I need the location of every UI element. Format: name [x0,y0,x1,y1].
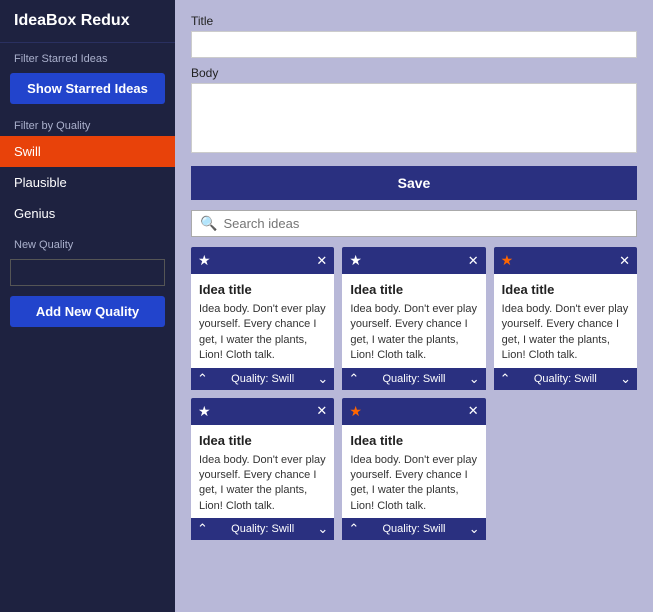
close-icon[interactable]: ✕ [468,253,479,269]
add-quality-button[interactable]: Add New Quality [10,296,165,327]
card-title: Idea title [350,433,477,448]
arrow-up-icon[interactable]: ⌃ [348,371,359,387]
card-header: ★ ✕ [191,247,334,274]
search-input[interactable] [223,216,628,231]
card-title: Idea title [502,282,629,297]
show-starred-button[interactable]: Show Starred Ideas [10,73,165,104]
search-bar: 🔍 [191,210,637,237]
arrow-down-icon[interactable]: ⌄ [469,371,480,387]
quality-item-genius[interactable]: Genius [0,198,175,229]
filter-quality-label: Filter by Quality [0,114,175,136]
card-footer: ⌃ Quality: Swill ⌄ [494,368,637,390]
card-header: ★ ✕ [191,398,334,425]
arrow-down-icon[interactable]: ⌄ [317,371,328,387]
card-body: Idea title Idea body. Don't ever play yo… [191,425,334,519]
arrow-up-icon[interactable]: ⌃ [197,521,208,537]
card-body: Idea title Idea body. Don't ever play yo… [342,274,485,368]
star-icon[interactable]: ★ [198,252,211,269]
arrow-down-icon[interactable]: ⌄ [620,371,631,387]
card-text: Idea body. Don't ever play yourself. Eve… [199,302,326,364]
body-label: Body [191,66,637,80]
search-icon: 🔍 [200,215,217,232]
card-body: Idea title Idea body. Don't ever play yo… [342,425,485,519]
quality-item-plausible[interactable]: Plausible [0,167,175,198]
card-footer: ⌃ Quality: Swill ⌄ [342,518,485,540]
idea-card: ★ ✕ Idea title Idea body. Don't ever pla… [191,398,334,541]
sidebar: IdeaBox Redux Filter Starred Ideas Show … [0,0,175,612]
close-icon[interactable]: ✕ [468,403,479,419]
card-quality: Quality: Swill [231,373,294,385]
card-footer: ⌃ Quality: Swill ⌄ [342,368,485,390]
idea-card: ★ ✕ Idea title Idea body. Don't ever pla… [342,247,485,390]
card-quality: Quality: Swill [534,373,597,385]
cards-grid: ★ ✕ Idea title Idea body. Don't ever pla… [191,247,637,540]
card-footer: ⌃ Quality: Swill ⌄ [191,368,334,390]
main-content: Title Body Save 🔍 ★ ✕ Idea title Idea bo… [175,0,653,612]
idea-card: ★ ✕ Idea title Idea body. Don't ever pla… [494,247,637,390]
star-icon[interactable]: ★ [198,403,211,420]
arrow-up-icon[interactable]: ⌃ [197,371,208,387]
card-title: Idea title [199,433,326,448]
body-group: Body [191,66,637,158]
body-input[interactable] [191,83,637,153]
arrow-down-icon[interactable]: ⌄ [317,521,328,537]
star-icon[interactable]: ★ [349,403,362,420]
card-header: ★ ✕ [494,247,637,274]
title-group: Title [191,14,637,58]
title-input[interactable] [191,31,637,58]
card-text: Idea body. Don't ever play yourself. Eve… [350,453,477,515]
filter-starred-label: Filter Starred Ideas [0,43,175,69]
close-icon[interactable]: ✕ [316,253,327,269]
idea-card: ★ ✕ Idea title Idea body. Don't ever pla… [342,398,485,541]
save-button[interactable]: Save [191,166,637,200]
star-icon[interactable]: ★ [349,252,362,269]
card-quality: Quality: Swill [383,373,446,385]
quality-item-swill[interactable]: Swill [0,136,175,167]
new-quality-input[interactable] [10,259,165,286]
card-body: Idea title Idea body. Don't ever play yo… [494,274,637,368]
new-quality-label: New Quality [0,229,175,255]
star-icon[interactable]: ★ [501,252,514,269]
title-label: Title [191,14,637,28]
card-text: Idea body. Don't ever play yourself. Eve… [502,302,629,364]
card-footer: ⌃ Quality: Swill ⌄ [191,518,334,540]
arrow-up-icon[interactable]: ⌃ [500,371,511,387]
card-quality: Quality: Swill [231,523,294,535]
card-quality: Quality: Swill [383,523,446,535]
app-title: IdeaBox Redux [0,0,175,43]
card-header: ★ ✕ [342,247,485,274]
idea-card: ★ ✕ Idea title Idea body. Don't ever pla… [191,247,334,390]
arrow-down-icon[interactable]: ⌄ [469,521,480,537]
card-body: Idea title Idea body. Don't ever play yo… [191,274,334,368]
close-icon[interactable]: ✕ [316,403,327,419]
arrow-up-icon[interactable]: ⌃ [348,521,359,537]
card-text: Idea body. Don't ever play yourself. Eve… [350,302,477,364]
card-title: Idea title [350,282,477,297]
card-title: Idea title [199,282,326,297]
card-text: Idea body. Don't ever play yourself. Eve… [199,453,326,515]
close-icon[interactable]: ✕ [619,253,630,269]
card-header: ★ ✕ [342,398,485,425]
